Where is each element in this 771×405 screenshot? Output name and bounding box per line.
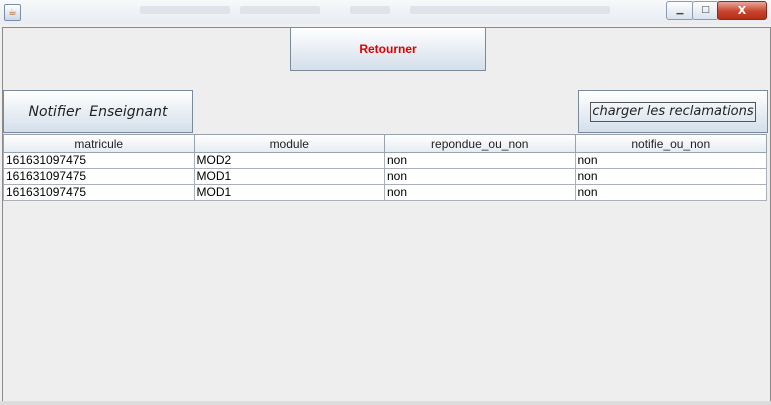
cell-module[interactable]: MOD2: [195, 153, 385, 168]
column-header-matricule[interactable]: matricule: [4, 135, 195, 152]
cell-matricule[interactable]: 161631097475: [4, 169, 195, 184]
cell-repondue[interactable]: non: [385, 185, 576, 200]
cell-repondue[interactable]: non: [385, 169, 576, 184]
cell-matricule[interactable]: 161631097475: [4, 185, 195, 200]
background-toolbar-ghost: [410, 6, 610, 14]
cell-matricule[interactable]: 161631097475: [4, 153, 195, 168]
background-toolbar-ghost: [240, 6, 320, 14]
table-row[interactable]: 161631097475 MOD1 non non: [3, 169, 767, 185]
background-toolbar-ghost: [350, 6, 390, 14]
table-row[interactable]: 161631097475 MOD2 non non: [3, 153, 767, 169]
java-app-icon: ☕: [4, 4, 21, 21]
table-row[interactable]: 161631097475 MOD1 non non: [3, 185, 767, 201]
cell-notifie[interactable]: non: [576, 153, 767, 168]
minimize-icon: ▁: [676, 5, 684, 15]
window-bottom-edge: [0, 401, 771, 405]
minimize-button[interactable]: ▁: [666, 1, 694, 20]
title-bar: ☕ ▁ □ X: [0, 0, 771, 24]
column-header-module[interactable]: module: [195, 135, 385, 152]
content-panel: [2, 27, 771, 401]
background-toolbar-ghost: [140, 6, 230, 14]
column-header-notifie[interactable]: notifie_ou_non: [576, 135, 767, 152]
charger-reclamations-button[interactable]: charger les reclamations: [578, 90, 768, 133]
notifier-label: Notifier Enseignant: [28, 104, 168, 120]
cell-repondue[interactable]: non: [385, 153, 576, 168]
column-header-repondue[interactable]: repondue_ou_non: [385, 135, 576, 152]
cell-notifie[interactable]: non: [576, 169, 767, 184]
maximize-button[interactable]: □: [692, 1, 719, 20]
table-header: matricule module repondue_ou_non notifie…: [3, 134, 767, 153]
close-icon: X: [737, 4, 747, 17]
close-button[interactable]: X: [717, 1, 767, 20]
cell-module[interactable]: MOD1: [195, 185, 385, 200]
reclamations-table: matricule module repondue_ou_non notifie…: [3, 134, 767, 201]
notifier-enseignant-button[interactable]: Notifier Enseignant: [3, 90, 193, 133]
window-controls: ▁ □ X: [666, 1, 767, 20]
cell-module[interactable]: MOD1: [195, 169, 385, 184]
retourner-button[interactable]: Retourner: [290, 27, 486, 71]
cell-notifie[interactable]: non: [576, 185, 767, 200]
charger-label: charger les reclamations: [590, 102, 756, 122]
maximize-icon: □: [701, 5, 710, 15]
